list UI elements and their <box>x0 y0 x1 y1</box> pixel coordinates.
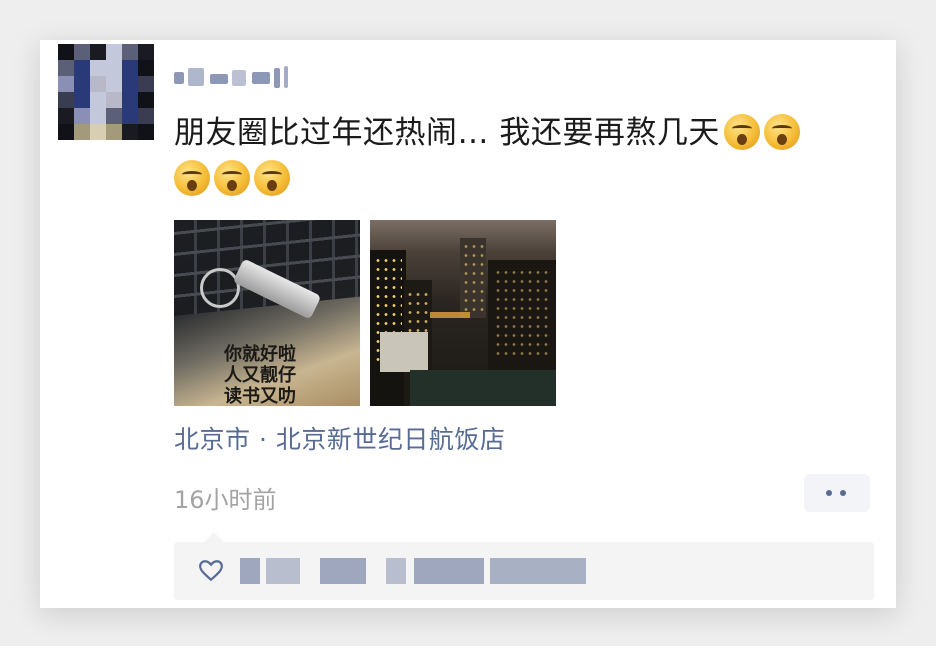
more-dots-icon <box>840 490 846 496</box>
photo-city-night[interactable] <box>370 220 556 406</box>
liker-name-blurred[interactable] <box>386 558 406 584</box>
post-text-content: 朋友圈比过年还热闹… 我还要再熬几天 <box>174 115 720 151</box>
sleepy-face-icon <box>723 114 760 150</box>
heart-icon <box>199 560 223 582</box>
liker-name-blurred[interactable] <box>266 558 300 584</box>
sleepy-face-icon <box>254 160 290 196</box>
sleepy-face-icon <box>174 160 210 196</box>
photo-usb-keyboard[interactable]: 你就好啦 人又靓仔 读书又叻 <box>174 220 360 406</box>
sleepy-face-icon <box>763 114 800 150</box>
liker-name-blurred[interactable] <box>320 558 366 584</box>
avatar[interactable] <box>58 44 154 140</box>
location-link[interactable]: 北京市 · 北京新世纪日航饭店 <box>174 420 505 456</box>
moment-card: 朋友圈比过年还热闹… 我还要再熬几天 你就好啦 人又靓仔 读书又叻 北京市 · … <box>40 40 896 608</box>
liker-name-blurred[interactable] <box>490 558 586 584</box>
likes-bar <box>174 532 874 600</box>
sleepy-face-icon <box>214 160 250 196</box>
more-dots-icon <box>826 490 832 496</box>
more-actions-button[interactable] <box>804 474 870 512</box>
author-name-blurred[interactable] <box>174 60 302 94</box>
post-timestamp: 16小时前 <box>174 486 277 514</box>
photo-caption: 你就好啦 人又靓仔 读书又叻 <box>224 344 296 406</box>
post-text: 朋友圈比过年还热闹… 我还要再熬几天 <box>174 110 874 202</box>
liker-name-blurred[interactable] <box>240 558 260 584</box>
liker-name-blurred[interactable] <box>414 558 484 584</box>
